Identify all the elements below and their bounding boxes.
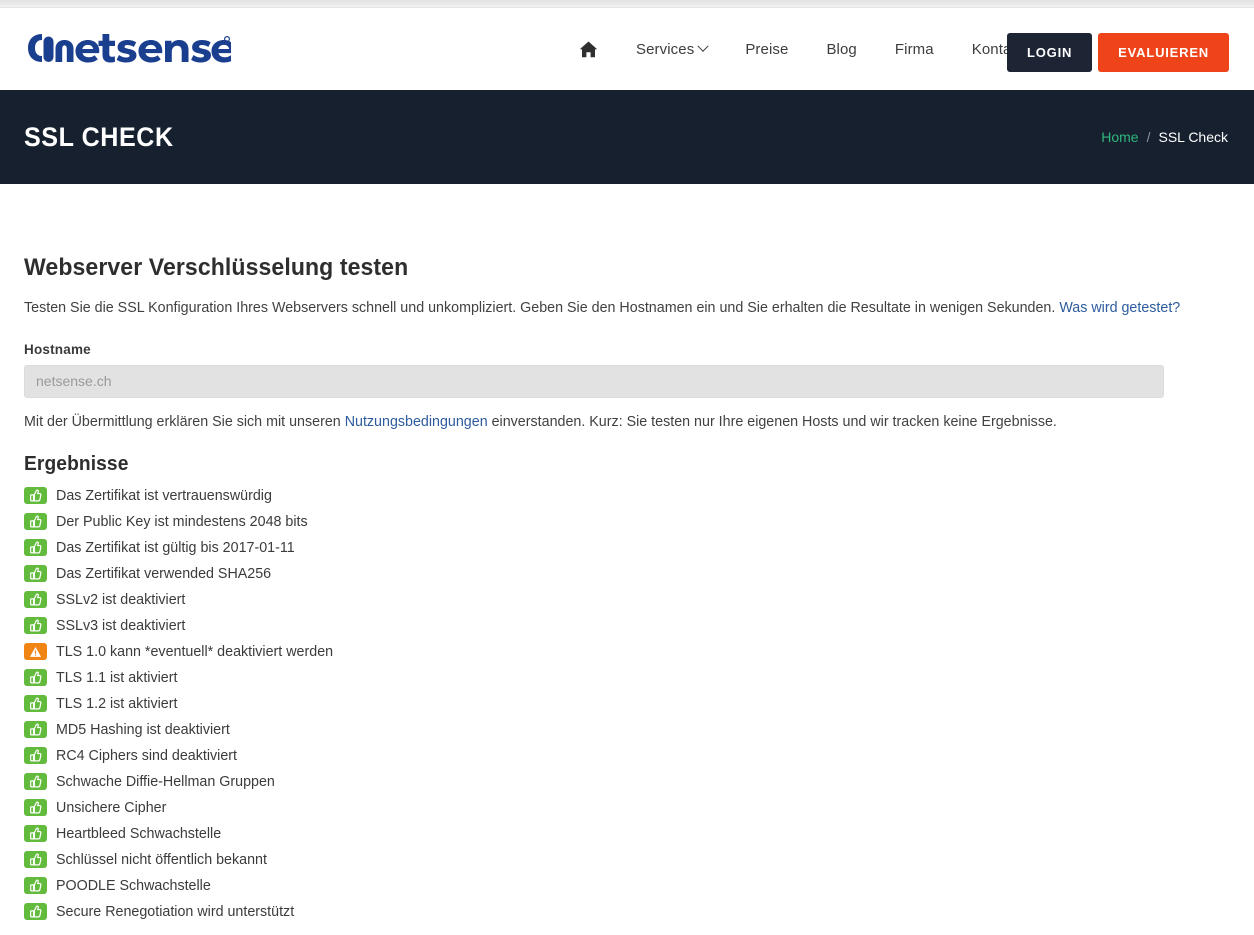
thumbs-up-icon (24, 565, 47, 583)
thumbs-up-icon (24, 903, 47, 921)
thumbs-up-icon (24, 695, 47, 713)
result-label: SSLv3 ist deaktiviert (56, 617, 186, 634)
thumbs-up-icon (24, 487, 47, 505)
result-label: Unsichere Cipher (56, 799, 167, 816)
login-button[interactable]: LOGIN (1007, 33, 1093, 72)
lead-text: Testen Sie die SSL Konfiguration Ihres W… (24, 300, 1060, 316)
hostname-input[interactable] (24, 364, 1164, 398)
page-banner: SSL CHECK Home / SSL Check (0, 90, 1254, 184)
thumbs-up-icon (24, 591, 47, 609)
result-row: SSLv3 ist deaktiviert (24, 613, 1230, 639)
netsense-logo-mark (28, 34, 231, 63)
results-list: Das Zertifikat ist vertrauenswürdig Der P… (24, 483, 1230, 925)
header-actions: LOGIN EVALUIEREN (1007, 33, 1229, 72)
nav-item-blog[interactable]: Blog (807, 33, 875, 66)
thumbs-up-icon (24, 747, 47, 765)
result-label: SSLv2 ist deaktiviert (56, 591, 186, 608)
main-content: Webserver Verschlüsselung testen Testen … (0, 254, 1254, 925)
nav-item-firma[interactable]: Firma (876, 33, 953, 66)
result-row: TLS 1.2 ist aktiviert (24, 691, 1230, 717)
thumbs-up-icon (24, 851, 47, 869)
breadcrumb-current: SSL Check (1158, 129, 1228, 145)
thumbs-up-icon (24, 721, 47, 739)
result-row: Das Zertifikat ist vertrauenswürdig (24, 483, 1230, 509)
site-header: Services Preise Blog Firma Kontakt LOGIN… (0, 8, 1254, 90)
result-row: Das Zertifikat verwended SHA256 (24, 561, 1230, 587)
result-row: RC4 Ciphers sind deaktiviert (24, 743, 1230, 769)
terms-paragraph: Mit der Übermittlung erklären Sie sich m… (24, 414, 1212, 430)
result-row: TLS 1.1 ist aktiviert (24, 665, 1230, 691)
nav-item-services-label: Services (636, 40, 695, 58)
thumbs-up-icon (24, 669, 47, 687)
result-label: TLS 1.1 ist aktiviert (56, 669, 178, 686)
result-label: Das Zertifikat verwended SHA256 (56, 565, 272, 582)
thumbs-up-icon (24, 825, 47, 843)
result-row: TLS 1.0 kann *eventuell* deaktiviert wer… (24, 639, 1230, 665)
top-decorative-strip (0, 0, 1254, 8)
result-label: Secure Renegotiation wird unterstützt (56, 903, 295, 920)
result-row: Schlüssel nicht öffentlich bekannt (24, 847, 1230, 873)
terms-prefix: Mit der Übermittlung erklären Sie sich m… (24, 413, 345, 430)
breadcrumb: Home / SSL Check (1101, 129, 1228, 145)
thumbs-up-icon (24, 877, 47, 895)
thumbs-up-icon (24, 617, 47, 635)
result-label: Das Zertifikat ist gültig bis 2017-01-11 (56, 539, 295, 556)
result-label: MD5 Hashing ist deaktiviert (56, 721, 230, 738)
result-row: SSLv2 ist deaktiviert (24, 587, 1230, 613)
result-label: Heartbleed Schwachstelle (56, 825, 222, 842)
nav-item-home[interactable] (560, 33, 617, 66)
netsense-logo[interactable] (26, 30, 231, 68)
results-heading: Ergebnisse (24, 452, 129, 475)
result-row: Der Public Key ist mindestens 2048 bits (24, 509, 1230, 535)
result-row: POODLE Schwachstelle (24, 873, 1230, 899)
result-label: Der Public Key ist mindestens 2048 bits (56, 513, 308, 530)
lead-paragraph: Testen Sie die SSL Konfiguration Ihres W… (24, 299, 1212, 319)
thumbs-up-icon (24, 773, 47, 791)
evaluate-button[interactable]: EVALUIEREN (1098, 33, 1229, 72)
result-row: Secure Renegotiation wird unterstützt (24, 899, 1230, 925)
result-label: RC4 Ciphers sind deaktiviert (56, 747, 237, 764)
result-row: Unsichere Cipher (24, 795, 1230, 821)
result-label: Schwache Diffie-Hellman Gruppen (56, 773, 275, 790)
chevron-down-icon (697, 40, 709, 52)
result-label: Schlüssel nicht öffentlich bekannt (56, 851, 267, 868)
nav-item-services[interactable]: Services (617, 33, 726, 66)
result-row: Das Zertifikat ist gültig bis 2017-01-11 (24, 535, 1230, 561)
result-label: TLS 1.2 ist aktiviert (56, 695, 178, 712)
terms-suffix: einverstanden. Kurz: Sie testen nur Ihre… (487, 413, 1057, 430)
result-label: POODLE Schwachstelle (56, 877, 211, 894)
main-navigation: Services Preise Blog Firma Kontakt (560, 8, 1042, 90)
terms-link[interactable]: Nutzungsbedingungen (345, 414, 488, 430)
hostname-label: Hostname (24, 341, 91, 357)
warning-triangle-icon (24, 643, 47, 661)
home-icon (579, 41, 598, 57)
result-label: Das Zertifikat ist vertrauenswürdig (56, 487, 272, 504)
section-heading: Webserver Verschlüsselung testen (24, 254, 409, 281)
thumbs-up-icon (24, 799, 47, 817)
breadcrumb-home-link[interactable]: Home (1101, 129, 1138, 145)
result-row: Heartbleed Schwachstelle (24, 821, 1230, 847)
thumbs-up-icon (24, 539, 47, 557)
result-label: TLS 1.0 kann *eventuell* deaktiviert wer… (56, 643, 334, 660)
what-is-tested-link[interactable]: Was wird getestet? (1059, 300, 1180, 316)
page-title: SSL CHECK (24, 121, 174, 152)
result-row: Schwache Diffie-Hellman Gruppen (24, 769, 1230, 795)
nav-item-preise[interactable]: Preise (726, 33, 807, 66)
breadcrumb-separator: / (1146, 129, 1151, 145)
thumbs-up-icon (24, 513, 47, 531)
result-row: MD5 Hashing ist deaktiviert (24, 717, 1230, 743)
